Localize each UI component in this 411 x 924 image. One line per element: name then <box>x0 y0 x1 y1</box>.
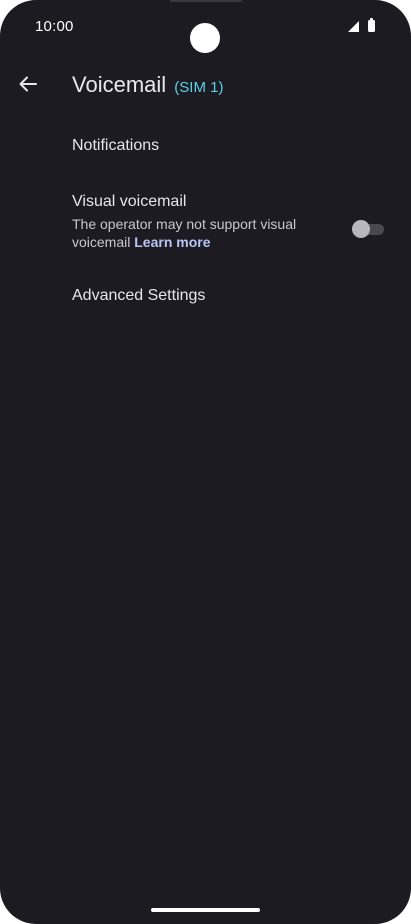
battery-icon <box>368 18 375 32</box>
cell-signal-icon <box>348 21 359 32</box>
visual-voicemail-item[interactable]: Visual voicemail The operator may not su… <box>0 182 411 262</box>
app-bar: Voicemail (SIM 1) <box>0 62 411 114</box>
back-button[interactable] <box>10 68 46 104</box>
front-camera <box>190 23 220 53</box>
top-edge-line <box>170 0 242 2</box>
visual-voicemail-summary: The operator may not support visual voic… <box>72 215 322 251</box>
toggle-thumb <box>352 220 370 238</box>
sim-label: (SIM 1) <box>174 79 224 96</box>
status-icons <box>348 18 380 34</box>
phone-screen: 10:00 Voicemail (SIM 1) Notifications Vi… <box>0 0 411 924</box>
visual-voicemail-toggle[interactable] <box>352 219 384 239</box>
status-time: 10:00 <box>35 18 74 35</box>
advanced-settings-item[interactable]: Advanced Settings <box>0 276 411 316</box>
page-title-text: Voicemail <box>72 72 167 97</box>
home-indicator[interactable] <box>151 908 260 912</box>
notifications-item[interactable]: Notifications <box>0 126 411 166</box>
visual-voicemail-title: Visual voicemail <box>72 193 187 210</box>
page-title: Voicemail (SIM 1) <box>72 72 223 98</box>
learn-more-link[interactable]: Learn more <box>134 234 210 250</box>
notifications-title: Notifications <box>72 137 160 154</box>
arrow-back-icon <box>18 74 38 99</box>
advanced-settings-title: Advanced Settings <box>72 287 206 304</box>
